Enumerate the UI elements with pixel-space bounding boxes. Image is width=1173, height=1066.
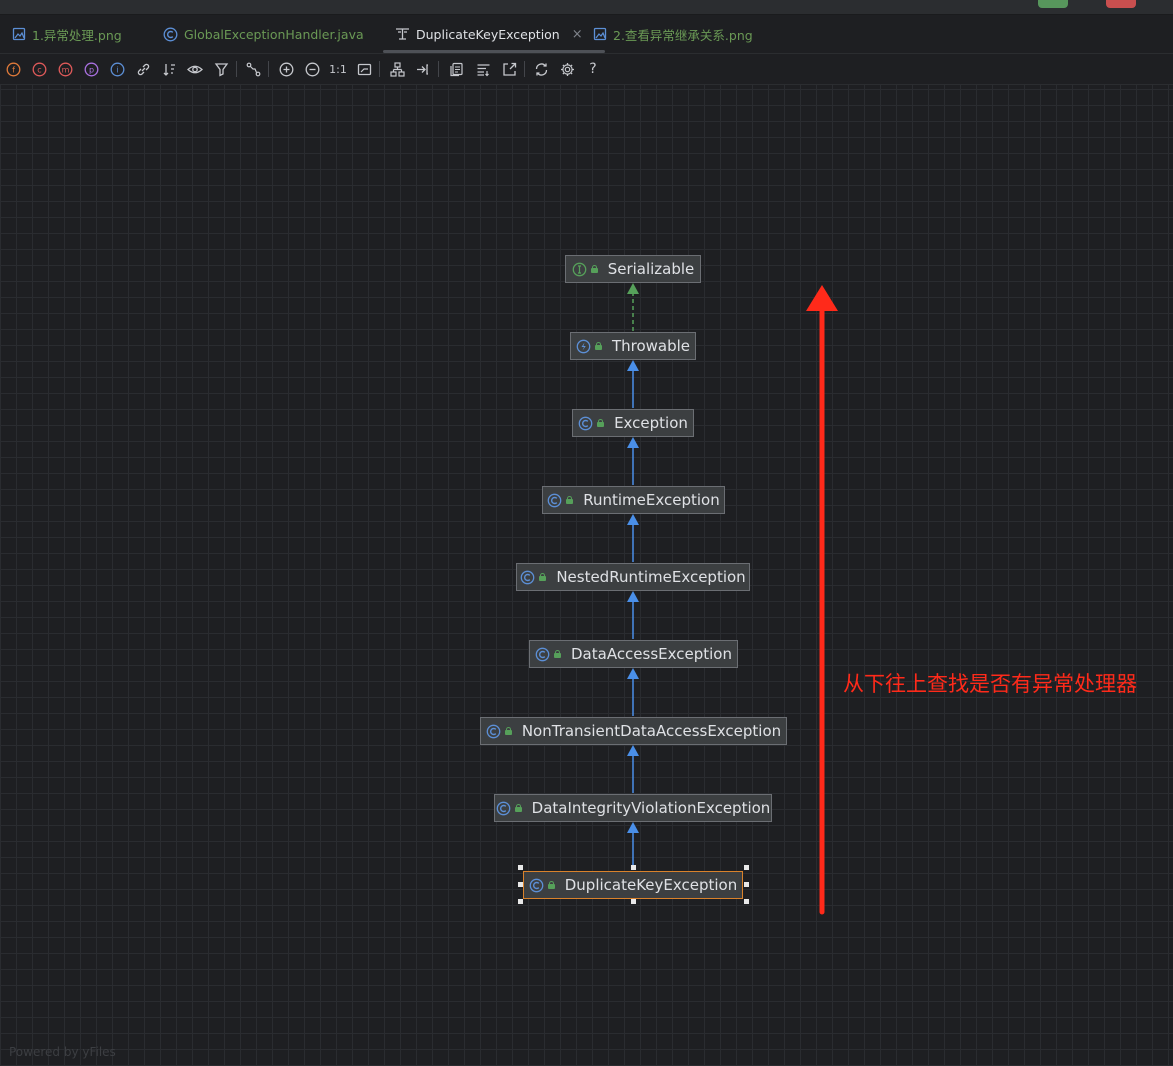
toolbar-separator <box>524 61 525 77</box>
edge-routing-icon[interactable] <box>244 60 262 78</box>
java-class-icon <box>163 27 178 42</box>
class-name: NonTransientDataAccessException <box>521 722 782 740</box>
diagram-toolbar: f c m p i 1:1 ? <box>0 54 1173 85</box>
tab-label: 1.异常处理.png <box>32 27 122 43</box>
public-access-icon <box>597 419 605 427</box>
tab-image-inheritance[interactable]: 2.查看异常继承关系.png <box>593 15 753 53</box>
class-name: NestedRuntimeException <box>556 568 746 586</box>
image-file-icon <box>593 27 607 41</box>
show-properties-icon[interactable]: p <box>82 60 100 78</box>
class-name: Serializable <box>607 260 695 278</box>
export-icon[interactable] <box>500 60 518 78</box>
public-access-icon <box>547 881 556 889</box>
refresh-icon[interactable] <box>532 60 550 78</box>
tab-label: 2.查看异常继承关系.png <box>613 27 753 43</box>
annotation-text: 从下往上查找是否有异常处理器 <box>843 672 1137 696</box>
show-inner-classes-icon[interactable]: i <box>108 60 126 78</box>
tab-duplicate-key-exception[interactable]: DuplicateKeyException × <box>383 15 605 53</box>
class-icon <box>520 570 535 585</box>
fit-content-icon[interactable] <box>355 60 373 78</box>
class-name: DataIntegrityViolationException <box>531 799 771 817</box>
class-icon <box>529 878 544 893</box>
collapse-icon[interactable] <box>414 60 432 78</box>
window-title-strip <box>0 0 1173 15</box>
class-icon <box>578 416 593 431</box>
stop-button[interactable] <box>1106 0 1136 8</box>
class-node-data-integrity-violation-exception[interactable]: DataIntegrityViolationException <box>494 794 772 822</box>
filter-icon[interactable] <box>212 60 230 78</box>
sort-icon[interactable] <box>160 60 178 78</box>
resize-handle[interactable] <box>518 882 523 887</box>
class-node-non-transient-data-access-exception[interactable]: NonTransientDataAccessException <box>480 717 787 745</box>
public-access-icon <box>514 804 523 812</box>
public-access-icon <box>590 265 599 273</box>
show-constructors-icon[interactable]: c <box>30 60 48 78</box>
class-icon <box>486 724 501 739</box>
class-name: Throwable <box>611 337 691 355</box>
resize-handle[interactable] <box>631 865 636 870</box>
svg-text:m: m <box>61 65 69 74</box>
tab-image-exception-handling[interactable]: 1.异常处理.png <box>12 15 122 53</box>
copy-diagram-icon[interactable] <box>447 60 465 78</box>
svg-text:f: f <box>12 65 15 74</box>
class-name: DuplicateKeyException <box>564 876 738 894</box>
svg-text:c: c <box>37 65 41 74</box>
svg-text:i: i <box>116 65 118 74</box>
resize-handle[interactable] <box>744 865 749 870</box>
show-fields-icon[interactable]: f <box>4 60 22 78</box>
resize-handle[interactable] <box>744 899 749 904</box>
settings-gear-icon[interactable] <box>558 60 576 78</box>
class-name: Exception <box>614 414 688 432</box>
class-node-nested-runtime-exception[interactable]: NestedRuntimeException <box>516 563 750 591</box>
resize-handle[interactable] <box>631 899 636 904</box>
public-access-icon <box>566 496 574 504</box>
structure-icon[interactable] <box>474 60 492 78</box>
resize-handle[interactable] <box>744 882 749 887</box>
class-node-serializable[interactable]: Serializable <box>565 255 701 283</box>
toolbar-separator <box>236 61 237 77</box>
help-button[interactable]: ? <box>584 60 602 78</box>
zoom-in-icon[interactable] <box>277 60 295 78</box>
tab-global-exception-handler[interactable]: GlobalExceptionHandler.java <box>163 15 364 53</box>
public-access-icon <box>539 573 547 581</box>
toolbar-separator <box>268 61 269 77</box>
visibility-eye-icon[interactable] <box>186 60 204 78</box>
class-node-data-access-exception[interactable]: DataAccessException <box>529 640 738 668</box>
public-access-icon <box>554 650 562 658</box>
class-node-runtime-exception[interactable]: RuntimeException <box>542 486 725 514</box>
class-icon <box>496 801 511 816</box>
image-file-icon <box>12 27 26 41</box>
throwable-class-icon <box>576 339 591 354</box>
toolbar-separator <box>379 61 380 77</box>
svg-text:p: p <box>88 65 93 74</box>
tab-label: GlobalExceptionHandler.java <box>184 26 364 42</box>
class-node-duplicate-key-exception[interactable]: DuplicateKeyException <box>523 871 743 899</box>
class-name: RuntimeException <box>583 491 720 509</box>
resize-handle[interactable] <box>518 865 523 870</box>
tab-label: DuplicateKeyException <box>416 26 560 42</box>
class-icon <box>535 647 550 662</box>
editor-tab-bar: 1.异常处理.png GlobalExceptionHandler.java D… <box>0 15 1173 54</box>
zoom-out-icon[interactable] <box>303 60 321 78</box>
diagram-icon <box>395 27 410 41</box>
toolbar-separator <box>438 61 439 77</box>
show-methods-icon[interactable]: m <box>56 60 74 78</box>
layout-hierarchic-icon[interactable] <box>388 60 406 78</box>
public-access-icon <box>594 342 603 350</box>
class-node-throwable[interactable]: Throwable <box>570 332 696 360</box>
powered-by-label: Powered by yFiles <box>9 1045 116 1059</box>
public-access-icon <box>504 727 513 735</box>
class-icon <box>547 493 562 508</box>
interface-icon <box>572 262 587 277</box>
class-name: DataAccessException <box>571 645 732 663</box>
actual-size-button[interactable]: 1:1 <box>328 60 348 78</box>
close-tab-icon[interactable]: × <box>572 27 583 42</box>
link-icon[interactable] <box>134 60 152 78</box>
resize-handle[interactable] <box>518 899 523 904</box>
run-button[interactable] <box>1038 0 1068 8</box>
class-node-exception[interactable]: Exception <box>572 409 694 437</box>
